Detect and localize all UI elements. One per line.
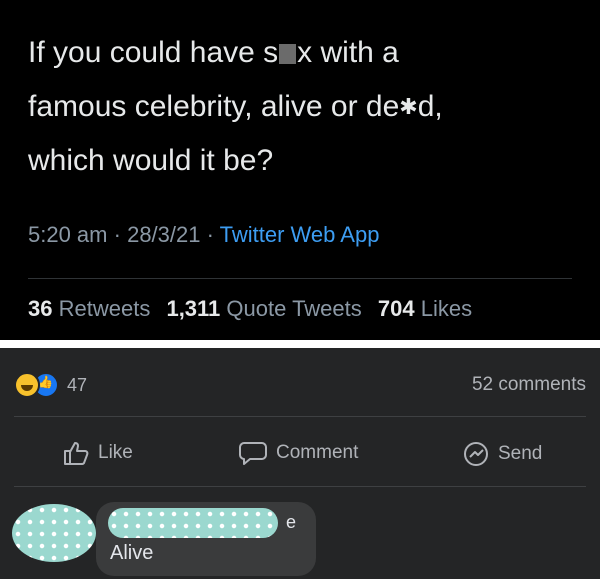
- tweet-time: 5:20 am: [28, 222, 108, 247]
- likes-label[interactable]: Likes: [421, 296, 472, 321]
- commenter-name-tail: e: [286, 512, 297, 532]
- tweet-stats: 36 Retweets 1,311 Quote Tweets 704 Likes: [28, 296, 472, 322]
- comment-button[interactable]: Comment: [238, 440, 358, 466]
- tweet-source-link[interactable]: Twitter Web App: [220, 222, 380, 247]
- image-divider: [0, 340, 600, 348]
- tweet-line-1-b: x with a: [297, 36, 399, 69]
- meta-separator-2: ·: [206, 222, 214, 247]
- thumbs-up-icon: [64, 442, 89, 465]
- commenter-name-redacted[interactable]: [108, 508, 278, 538]
- send-button[interactable]: Send: [462, 440, 542, 468]
- tweet-line-2-b: d,: [417, 90, 443, 123]
- tweet-card: If you could have s x with a famous celeb…: [0, 0, 600, 340]
- comments-count[interactable]: 52 comments: [472, 374, 586, 396]
- actions-top-divider: [14, 416, 586, 417]
- censor-block: [279, 44, 297, 64]
- actions-bottom-divider: [14, 486, 586, 487]
- messenger-icon: [464, 442, 488, 466]
- comment-bubble-icon: [239, 442, 267, 465]
- retweets-count[interactable]: 36: [28, 296, 52, 321]
- comment-item: e Alive: [0, 498, 600, 579]
- reactions-summary[interactable]: 47: [14, 372, 87, 398]
- tweet-line-2: famous celebrity, alive or de✱d,: [28, 80, 588, 134]
- reaction-count: 47: [67, 374, 88, 395]
- facebook-post-footer: 47 52 comments Like Comment Send: [0, 348, 600, 579]
- comment-label: Comment: [276, 442, 359, 463]
- meta-separator: ·: [113, 222, 121, 247]
- likes-count[interactable]: 704: [378, 296, 415, 321]
- quote-tweets-count[interactable]: 1,311: [166, 296, 220, 321]
- like-button[interactable]: Like: [62, 440, 133, 466]
- commenter-avatar-redacted[interactable]: [12, 504, 96, 562]
- send-label: Send: [498, 443, 543, 464]
- haha-reaction-icon: [14, 372, 40, 398]
- tweet-line-3: which would it be?: [28, 144, 274, 177]
- tweet-date: 28/3/21: [127, 222, 201, 247]
- action-bar: Like Comment Send: [0, 430, 600, 476]
- comment-bubble: e Alive: [96, 502, 316, 576]
- tweet-text: If you could have s x with a famous celeb…: [28, 26, 588, 188]
- stats-divider: [28, 278, 572, 279]
- tweet-line-2-a: famous celebrity, alive or de: [28, 90, 400, 123]
- quote-tweets-label[interactable]: Quote Tweets: [226, 296, 361, 321]
- comment-text: Alive: [110, 542, 154, 564]
- censor-splat-icon: ✱: [399, 94, 418, 119]
- tweet-meta: 5:20 am · 28/3/21 · Twitter Web App: [28, 222, 379, 248]
- like-label: Like: [98, 442, 133, 463]
- tweet-line-1-a: If you could have s: [28, 36, 279, 69]
- retweets-label[interactable]: Retweets: [59, 296, 151, 321]
- tweet-line-1: If you could have s x with a: [28, 26, 588, 80]
